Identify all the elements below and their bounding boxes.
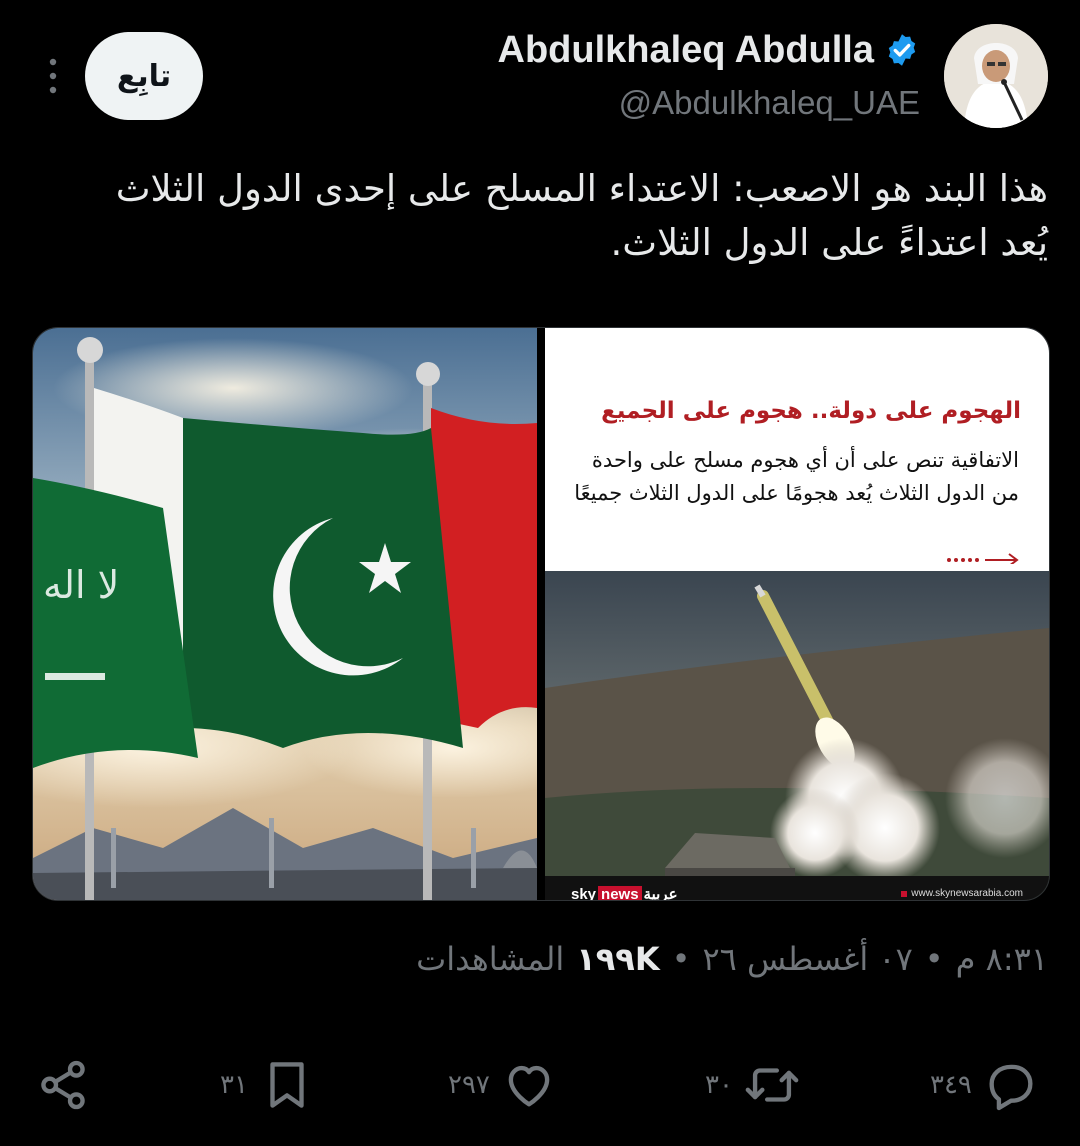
like-button[interactable]: ٢٩٧ [448,1050,558,1120]
media-grid: ﻻ ﺍﻟﻪ الهجوم على دولة.. هجوم على الجميع … [32,327,1050,901]
views-label: المشاهدات [416,940,565,978]
reply-icon [989,1064,1033,1111]
sky-logo-news: news [598,885,642,900]
reply-button[interactable]: ٣٤٩ [930,1050,1040,1120]
follow-button[interactable]: تابِع [85,32,203,120]
avatar-image [944,24,1048,128]
like-count: ٢٩٧ [448,1070,490,1100]
news-card: الهجوم على دولة.. هجوم على الجميع الاتفا… [545,328,1049,571]
share-icon [41,1060,85,1110]
flags-illustration: ﻻ ﺍﻟﻪ [33,328,537,900]
news-headline: الهجوم على دولة.. هجوم على الجميع [601,398,1021,424]
reply-count: ٣٤٩ [930,1070,972,1100]
bookmark-icon [270,1062,304,1108]
author-handle[interactable]: @Abdulkhaleq_UAE [619,84,920,122]
tweet-text-line-1: هذا البند هو الاصعب: الاعتداء المسلح على… [115,167,1048,210]
more-options-icon[interactable] [44,56,62,96]
views-count: ١٩٩K [576,940,660,978]
avatar[interactable] [944,24,1048,128]
svg-text:ﻻ ﺍﻟﻪ: ﻻ ﺍﻟﻪ [43,563,119,607]
tweet-text-line-2: يُعد اعتداءً على الدول الثلاث. [610,221,1048,264]
flags-image[interactable]: ﻻ ﺍﻟﻪ [33,328,537,900]
bookmark-button[interactable]: ٣١ [220,1050,316,1120]
retweet-button[interactable]: ٣٠ [705,1050,801,1120]
watermark-dot [901,890,908,897]
meta-separator: • [924,940,944,978]
tweet-meta: ٨:٣١ م • ٠٧ أغسطس ٢٦ • ١٩٩K المشاهدات [416,940,1048,978]
author-display-name[interactable]: Abdulkhaleq Abdulla [498,29,875,72]
retweet-icon [745,1068,799,1102]
heart-icon [508,1065,550,1107]
watermark-url: www.skynewsarabia.com [901,888,1023,899]
sky-logo-sky: sky [571,885,597,901]
retweet-count: ٣٠ [705,1070,733,1100]
sky-logo-arabic: عربية [643,886,678,900]
tweet-detail: Abdulkhaleq Abdulla @Abdulkhaleq_UAE تاب… [0,0,1080,1146]
sky-news-logo: sky news عربية [571,885,678,901]
tweet-text: هذا البند هو الاصعب: الاعتداء المسلح على… [28,162,1048,270]
news-body: الاتفاقية تنص على أن أي هجوم مسلح على وا… [574,448,1019,505]
arrow-right-icon [947,553,1019,564]
tweet-date[interactable]: ٠٧ أغسطس ٢٦ [702,940,912,978]
tweet-time[interactable]: ٨:٣١ م [956,940,1048,978]
bookmark-count: ٣١ [220,1070,248,1100]
share-button[interactable] [34,1050,92,1120]
news-image[interactable]: الهجوم على دولة.. هجوم على الجميع الاتفا… [545,328,1049,900]
watermark-url-text: www.skynewsarabia.com [911,888,1023,899]
meta-separator: • [671,940,691,978]
author-name-row[interactable]: Abdulkhaleq Abdulla [498,26,921,74]
verified-badge-icon [888,34,916,66]
